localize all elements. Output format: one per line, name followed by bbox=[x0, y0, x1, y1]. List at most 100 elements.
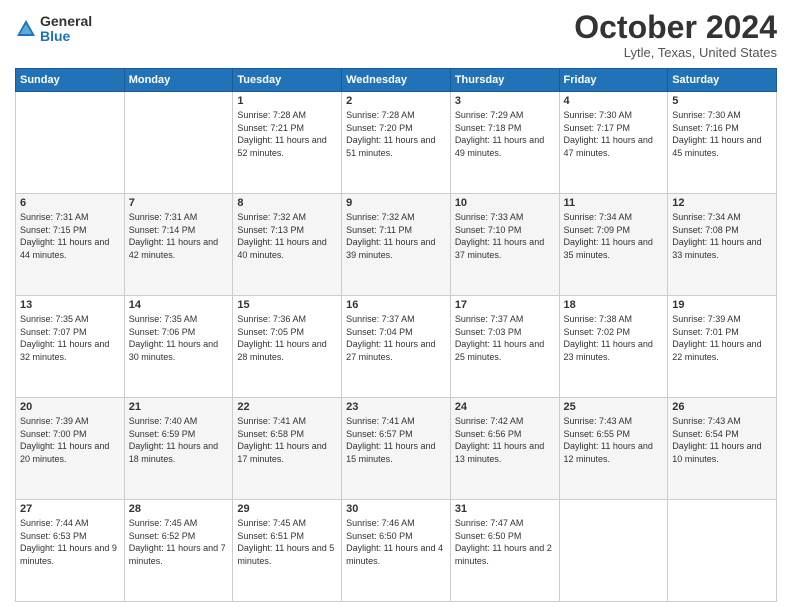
day-info: Sunrise: 7:39 AM Sunset: 7:01 PM Dayligh… bbox=[672, 313, 772, 363]
col-header-friday: Friday bbox=[559, 69, 668, 92]
day-cell: 20 Sunrise: 7:39 AM Sunset: 7:00 PM Dayli… bbox=[16, 398, 125, 500]
day-info: Sunrise: 7:33 AM Sunset: 7:10 PM Dayligh… bbox=[455, 211, 555, 261]
day-cell: 14 Sunrise: 7:35 AM Sunset: 7:06 PM Dayli… bbox=[124, 296, 233, 398]
day-number: 7 bbox=[129, 197, 229, 209]
day-number: 12 bbox=[672, 197, 772, 209]
col-header-monday: Monday bbox=[124, 69, 233, 92]
day-info: Sunrise: 7:40 AM Sunset: 6:59 PM Dayligh… bbox=[129, 415, 229, 465]
day-number: 18 bbox=[564, 299, 664, 311]
day-number: 28 bbox=[129, 503, 229, 515]
day-number: 30 bbox=[346, 503, 446, 515]
day-info: Sunrise: 7:32 AM Sunset: 7:11 PM Dayligh… bbox=[346, 211, 446, 261]
logo-text: General Blue bbox=[40, 14, 92, 45]
day-info: Sunrise: 7:37 AM Sunset: 7:03 PM Dayligh… bbox=[455, 313, 555, 363]
week-row-5: 27 Sunrise: 7:44 AM Sunset: 6:53 PM Dayli… bbox=[16, 500, 777, 602]
day-cell: 8 Sunrise: 7:32 AM Sunset: 7:13 PM Daylig… bbox=[233, 194, 342, 296]
day-cell: 29Sunrise: 7:45 AM Sunset: 6:51 PM Dayli… bbox=[233, 500, 342, 602]
day-number: 8 bbox=[237, 197, 337, 209]
day-info: Sunrise: 7:35 AM Sunset: 7:06 PM Dayligh… bbox=[129, 313, 229, 363]
day-cell: 10 Sunrise: 7:33 AM Sunset: 7:10 PM Dayli… bbox=[450, 194, 559, 296]
day-number: 6 bbox=[20, 197, 120, 209]
day-info: Sunrise: 7:31 AM Sunset: 7:14 PM Dayligh… bbox=[129, 211, 229, 261]
day-info: Sunrise: 7:41 AM Sunset: 6:58 PM Dayligh… bbox=[237, 415, 337, 465]
day-cell: 31 Sunrise: 7:47 AM Sunset: 6:50 PM Dayli… bbox=[450, 500, 559, 602]
day-cell: 3 Sunrise: 7:29 AM Sunset: 7:18 PM Daylig… bbox=[450, 92, 559, 194]
day-number: 19 bbox=[672, 299, 772, 311]
day-number: 4 bbox=[564, 95, 664, 107]
day-number: 20 bbox=[20, 401, 120, 413]
day-cell: 11Sunrise: 7:34 AM Sunset: 7:09 PM Dayli… bbox=[559, 194, 668, 296]
day-number: 2 bbox=[346, 95, 446, 107]
day-info: Sunrise: 7:32 AM Sunset: 7:13 PM Dayligh… bbox=[237, 211, 337, 261]
day-info: Sunrise: 7:28 AM Sunset: 7:20 PM Dayligh… bbox=[346, 109, 446, 159]
day-cell: 12Sunrise: 7:34 AM Sunset: 7:08 PM Dayli… bbox=[668, 194, 777, 296]
day-cell: 30 Sunrise: 7:46 AM Sunset: 6:50 PM Dayli… bbox=[342, 500, 451, 602]
day-info: Sunrise: 7:43 AM Sunset: 6:55 PM Dayligh… bbox=[564, 415, 664, 465]
day-cell: 1Sunrise: 7:28 AM Sunset: 7:21 PM Daylig… bbox=[233, 92, 342, 194]
day-cell: 15Sunrise: 7:36 AM Sunset: 7:05 PM Dayli… bbox=[233, 296, 342, 398]
calendar-table: SundayMondayTuesdayWednesdayThursdayFrid… bbox=[15, 68, 777, 602]
day-info: Sunrise: 7:47 AM Sunset: 6:50 PM Dayligh… bbox=[455, 517, 555, 567]
day-number: 14 bbox=[129, 299, 229, 311]
day-info: Sunrise: 7:39 AM Sunset: 7:00 PM Dayligh… bbox=[20, 415, 120, 465]
day-number: 5 bbox=[672, 95, 772, 107]
day-info: Sunrise: 7:44 AM Sunset: 6:53 PM Dayligh… bbox=[20, 517, 120, 567]
logo-blue: Blue bbox=[40, 29, 92, 44]
day-cell: 23Sunrise: 7:41 AM Sunset: 6:57 PM Dayli… bbox=[342, 398, 451, 500]
week-row-2: 6Sunrise: 7:31 AM Sunset: 7:15 PM Daylig… bbox=[16, 194, 777, 296]
day-number: 27 bbox=[20, 503, 120, 515]
day-cell: 22 Sunrise: 7:41 AM Sunset: 6:58 PM Dayli… bbox=[233, 398, 342, 500]
day-number: 3 bbox=[455, 95, 555, 107]
day-info: Sunrise: 7:29 AM Sunset: 7:18 PM Dayligh… bbox=[455, 109, 555, 159]
logo: General Blue bbox=[15, 14, 92, 45]
day-cell: 7 Sunrise: 7:31 AM Sunset: 7:14 PM Daylig… bbox=[124, 194, 233, 296]
day-cell bbox=[559, 500, 668, 602]
day-cell: 9Sunrise: 7:32 AM Sunset: 7:11 PM Daylig… bbox=[342, 194, 451, 296]
day-cell bbox=[668, 500, 777, 602]
col-header-saturday: Saturday bbox=[668, 69, 777, 92]
day-info: Sunrise: 7:37 AM Sunset: 7:04 PM Dayligh… bbox=[346, 313, 446, 363]
day-number: 15 bbox=[237, 299, 337, 311]
day-number: 23 bbox=[346, 401, 446, 413]
day-info: Sunrise: 7:46 AM Sunset: 6:50 PM Dayligh… bbox=[346, 517, 446, 567]
day-info: Sunrise: 7:34 AM Sunset: 7:09 PM Dayligh… bbox=[564, 211, 664, 261]
col-header-tuesday: Tuesday bbox=[233, 69, 342, 92]
day-number: 24 bbox=[455, 401, 555, 413]
day-number: 10 bbox=[455, 197, 555, 209]
day-info: Sunrise: 7:35 AM Sunset: 7:07 PM Dayligh… bbox=[20, 313, 120, 363]
day-cell bbox=[16, 92, 125, 194]
day-info: Sunrise: 7:30 AM Sunset: 7:17 PM Dayligh… bbox=[564, 109, 664, 159]
day-cell: 27 Sunrise: 7:44 AM Sunset: 6:53 PM Dayli… bbox=[16, 500, 125, 602]
week-row-4: 20 Sunrise: 7:39 AM Sunset: 7:00 PM Dayli… bbox=[16, 398, 777, 500]
title-block: October 2024 Lytle, Texas, United States bbox=[574, 10, 777, 60]
title-month: October 2024 bbox=[574, 10, 777, 45]
day-number: 22 bbox=[237, 401, 337, 413]
day-cell: 2 Sunrise: 7:28 AM Sunset: 7:20 PM Daylig… bbox=[342, 92, 451, 194]
day-cell: 6Sunrise: 7:31 AM Sunset: 7:15 PM Daylig… bbox=[16, 194, 125, 296]
day-cell: 4 Sunrise: 7:30 AM Sunset: 7:17 PM Daylig… bbox=[559, 92, 668, 194]
day-number: 16 bbox=[346, 299, 446, 311]
day-cell: 18Sunrise: 7:38 AM Sunset: 7:02 PM Dayli… bbox=[559, 296, 668, 398]
logo-icon bbox=[15, 18, 37, 40]
day-info: Sunrise: 7:42 AM Sunset: 6:56 PM Dayligh… bbox=[455, 415, 555, 465]
col-header-sunday: Sunday bbox=[16, 69, 125, 92]
week-row-1: 1Sunrise: 7:28 AM Sunset: 7:21 PM Daylig… bbox=[16, 92, 777, 194]
day-number: 13 bbox=[20, 299, 120, 311]
day-cell: 26Sunrise: 7:43 AM Sunset: 6:54 PM Dayli… bbox=[668, 398, 777, 500]
col-header-wednesday: Wednesday bbox=[342, 69, 451, 92]
day-cell: 5 Sunrise: 7:30 AM Sunset: 7:16 PM Daylig… bbox=[668, 92, 777, 194]
day-number: 31 bbox=[455, 503, 555, 515]
week-row-3: 13 Sunrise: 7:35 AM Sunset: 7:07 PM Dayli… bbox=[16, 296, 777, 398]
day-number: 26 bbox=[672, 401, 772, 413]
day-number: 29 bbox=[237, 503, 337, 515]
day-cell: 24 Sunrise: 7:42 AM Sunset: 6:56 PM Dayli… bbox=[450, 398, 559, 500]
day-cell: 17Sunrise: 7:37 AM Sunset: 7:03 PM Dayli… bbox=[450, 296, 559, 398]
page: General Blue October 2024 Lytle, Texas, … bbox=[0, 0, 792, 612]
day-info: Sunrise: 7:45 AM Sunset: 6:52 PM Dayligh… bbox=[129, 517, 229, 567]
title-location: Lytle, Texas, United States bbox=[574, 45, 777, 60]
day-cell: 16 Sunrise: 7:37 AM Sunset: 7:04 PM Dayli… bbox=[342, 296, 451, 398]
day-info: Sunrise: 7:28 AM Sunset: 7:21 PM Dayligh… bbox=[237, 109, 337, 159]
day-cell: 13 Sunrise: 7:35 AM Sunset: 7:07 PM Dayli… bbox=[16, 296, 125, 398]
col-header-thursday: Thursday bbox=[450, 69, 559, 92]
day-info: Sunrise: 7:30 AM Sunset: 7:16 PM Dayligh… bbox=[672, 109, 772, 159]
